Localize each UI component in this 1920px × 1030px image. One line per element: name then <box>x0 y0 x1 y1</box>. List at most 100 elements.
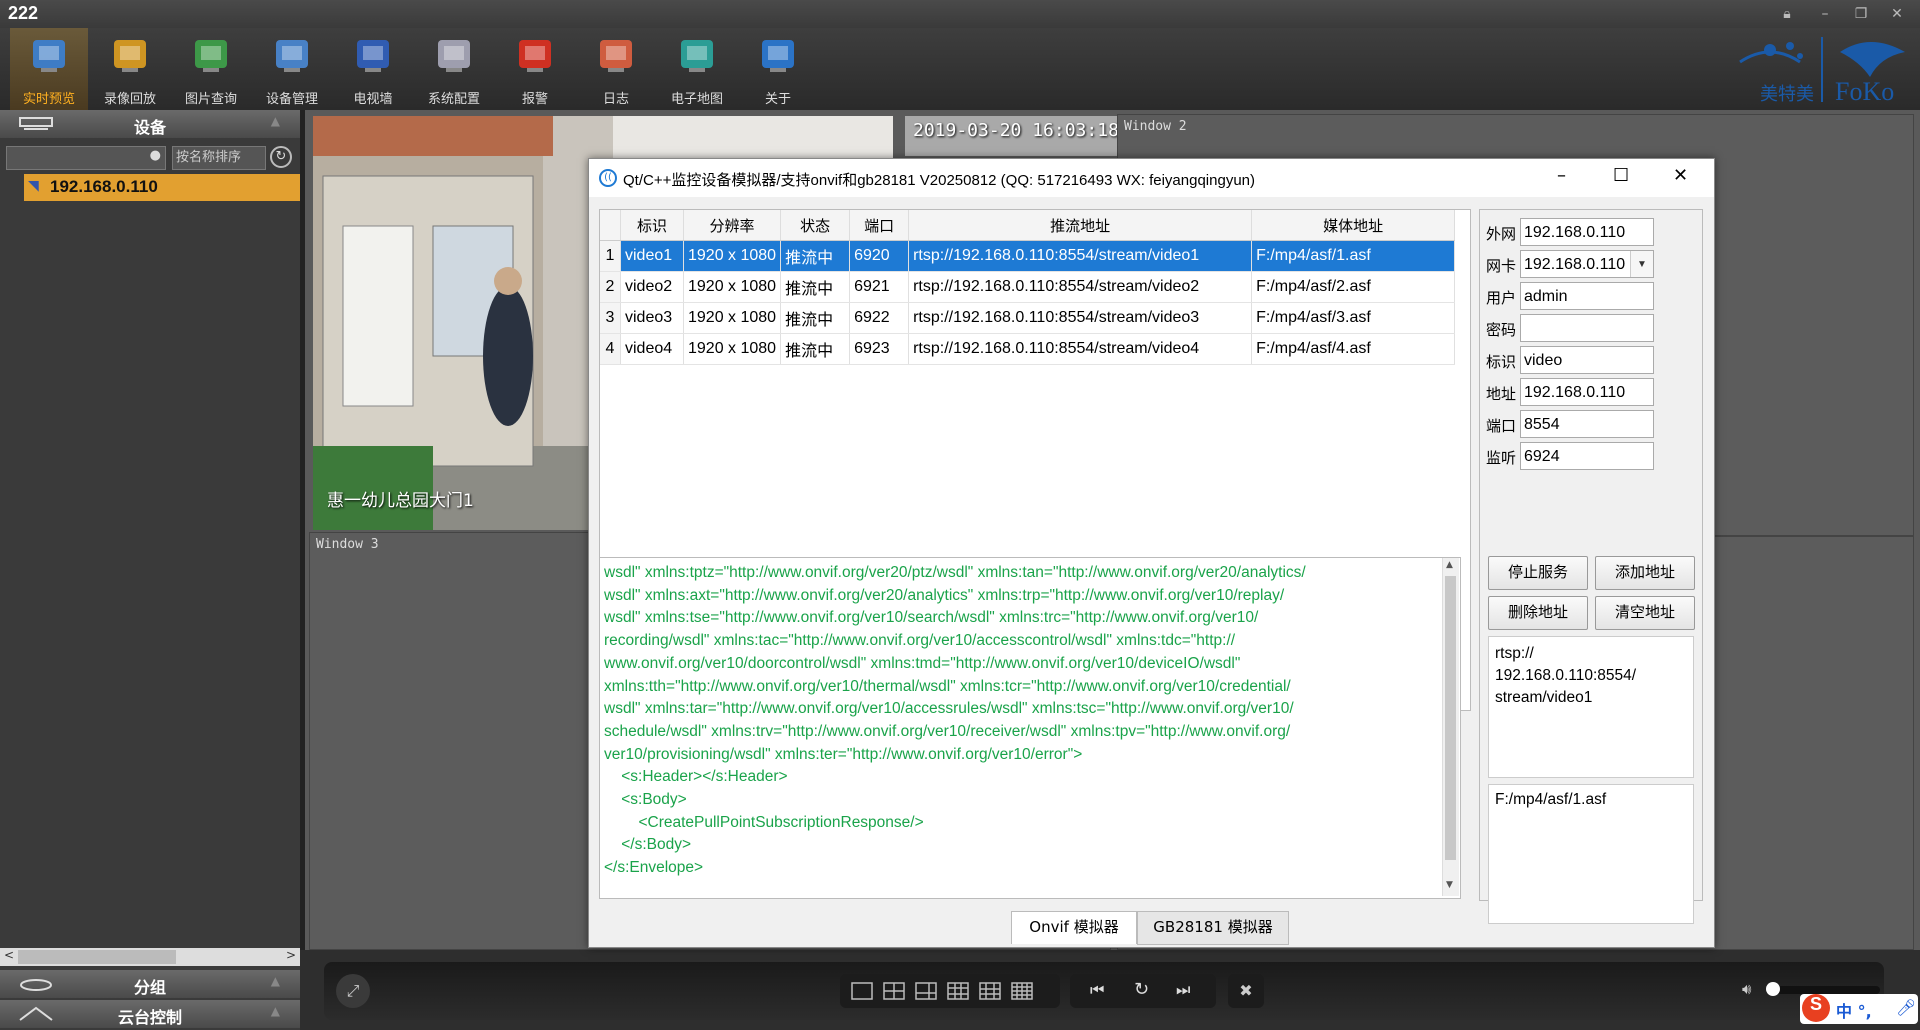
row-number[interactable]: 4 <box>600 333 621 365</box>
table-row[interactable]: 2 video2 1920 x 1080 推流中 6921 rtsp://192.168.… <box>600 271 1456 303</box>
scroll-right-icon[interactable]: > <box>286 948 296 962</box>
scroll-down-icon[interactable]: ▼ <box>1446 880 1453 890</box>
port-input[interactable]: 8554 <box>1520 410 1654 438</box>
column-header[interactable]: 分辨率 <box>683 210 782 241</box>
restore-button[interactable]: ❐ <box>1850 4 1872 24</box>
stop-service-button[interactable]: 停止服务 <box>1488 556 1588 590</box>
table-row[interactable]: 3 video3 1920 x 1080 推流中 6922 rtsp://192.168.… <box>600 302 1456 334</box>
column-header[interactable]: 状态 <box>780 210 851 241</box>
fullscreen-icon[interactable]: ⤢ <box>336 974 370 1008</box>
sort-select[interactable]: 按名称排序 <box>172 146 266 170</box>
table-cell-media[interactable]: F:/mp4/asf/3.asf <box>1251 302 1456 334</box>
device-tree-item[interactable]: ◥ 192.168.0.110 <box>24 174 300 201</box>
table-cell-push[interactable]: rtsp://192.168.0.110:8554/stream/video2 <box>908 271 1253 303</box>
scroll-left-icon[interactable]: < <box>4 948 14 962</box>
table-cell-media[interactable]: F:/mp4/asf/2.asf <box>1251 271 1456 303</box>
device-search-input[interactable]: ● <box>6 146 166 170</box>
table-cell-id[interactable]: video2 <box>620 271 684 303</box>
toolbar-devices-button[interactable]: 设备管理 <box>253 28 331 110</box>
collapse-icon[interactable]: ▲ <box>271 1004 280 1018</box>
close-all-icon[interactable]: ✖ <box>1228 974 1264 1008</box>
log-scrollbar-thumb[interactable] <box>1445 576 1456 860</box>
previous-icon[interactable]: ⏮︎ <box>1090 980 1104 1000</box>
table-cell-res[interactable]: 1920 x 1080 <box>683 333 782 365</box>
table-cell-port[interactable]: 6921 <box>849 271 910 303</box>
ptz-panel-header[interactable]: 云台控制 ▲ <box>0 1000 300 1028</box>
table-cell-id[interactable]: video3 <box>620 302 684 334</box>
add-address-button[interactable]: 添加地址 <box>1595 556 1695 590</box>
table-cell-id[interactable]: video4 <box>620 333 684 365</box>
dialog-maximize-button[interactable]: ☐ <box>1613 165 1629 186</box>
listen-port-input[interactable]: 6924 <box>1520 442 1654 470</box>
table-cell-port[interactable]: 6923 <box>849 333 910 365</box>
table-cell-push[interactable]: rtsp://192.168.0.110:8554/stream/video4 <box>908 333 1253 365</box>
scroll-up-icon[interactable]: ▲ <box>1446 560 1453 570</box>
tab-gb28181[interactable]: GB28181 模拟器 <box>1137 911 1289 945</box>
toolbar-info-button[interactable]: 关于 <box>739 28 817 110</box>
column-header[interactable]: 标识 <box>620 210 684 241</box>
nic-select[interactable]: 192.168.0.110 ▼ <box>1520 250 1654 278</box>
toolbar-log-calendar-button[interactable]: 日志 <box>577 28 655 110</box>
table-cell-media[interactable]: F:/mp4/asf/4.asf <box>1251 333 1456 365</box>
table-cell-state[interactable]: 推流中 <box>780 302 851 334</box>
horizontal-scrollbar[interactable]: < > <box>0 948 300 966</box>
table-row[interactable]: 4 video4 1920 x 1080 推流中 6923 rtsp://192.168.… <box>600 333 1456 365</box>
log-scrollbar[interactable]: ▲ ▼ <box>1442 558 1459 896</box>
table-cell-state[interactable]: 推流中 <box>780 271 851 303</box>
row-number[interactable]: 1 <box>600 240 621 272</box>
scrollbar-thumb[interactable] <box>18 950 176 964</box>
column-header[interactable]: 端口 <box>849 210 910 241</box>
delete-address-button[interactable]: 删除地址 <box>1488 596 1588 630</box>
table-cell-port[interactable]: 6920 <box>849 240 910 272</box>
collapse-icon[interactable]: ▲ <box>271 114 280 128</box>
volume-handle[interactable] <box>1766 982 1780 996</box>
table-cell-res[interactable]: 1920 x 1080 <box>683 271 782 303</box>
close-button[interactable]: ✕ <box>1886 4 1908 24</box>
collapse-icon[interactable]: ▲ <box>271 974 280 988</box>
toolbar-tv-wall-button[interactable]: 电视墙 <box>334 28 412 110</box>
tab-onvif[interactable]: Onvif 模拟器 <box>1011 911 1137 944</box>
column-header[interactable]: 推流地址 <box>908 210 1253 241</box>
table-cell-res[interactable]: 1920 x 1080 <box>683 302 782 334</box>
device-panel-header[interactable]: 设备 ▲ <box>0 110 300 138</box>
dialog-minimize-button[interactable]: – <box>1557 165 1566 186</box>
loop-icon[interactable]: ↻ <box>1134 979 1149 1000</box>
toolbar-server-config-button[interactable]: 系统配置 <box>415 28 493 110</box>
url-textbox[interactable]: rtsp:// 192.168.0.110:8554/ stream/video… <box>1488 636 1694 778</box>
table-cell-res[interactable]: 1920 x 1080 <box>683 240 782 272</box>
wan-input[interactable]: 192.168.0.110 <box>1520 218 1654 246</box>
media-textbox[interactable]: F:/mp4/asf/1.asf <box>1488 784 1694 924</box>
user-input[interactable]: admin <box>1520 282 1654 310</box>
table-cell-port[interactable]: 6922 <box>849 302 910 334</box>
volume-icon[interactable]: 🔊︎ <box>1742 980 1751 998</box>
address-input[interactable]: 192.168.0.110 <box>1520 378 1654 406</box>
toolbar-pyramid-button[interactable]: 图片查询 <box>172 28 250 110</box>
volume-slider[interactable] <box>1766 982 1880 996</box>
refresh-icon[interactable]: ↻ <box>270 146 292 168</box>
toolbar-monitor-camera-button[interactable]: 实时预览 <box>10 28 88 110</box>
table-cell-id[interactable]: video1 <box>620 240 684 272</box>
table-cell-media[interactable]: F:/mp4/asf/1.asf <box>1251 240 1456 272</box>
table-row[interactable]: 1 video1 1920 x 1080 推流中 6920 rtsp://192.168.… <box>600 240 1456 272</box>
password-input[interactable] <box>1520 314 1654 342</box>
group-panel-header[interactable]: 分组 ▲ <box>0 970 300 998</box>
table-cell-state[interactable]: 推流中 <box>780 240 851 272</box>
table-cell-push[interactable]: rtsp://192.168.0.110:8554/stream/video3 <box>908 302 1253 334</box>
clear-address-button[interactable]: 清空地址 <box>1595 596 1695 630</box>
lock-icon[interactable]: 🔒︎ <box>1776 4 1798 24</box>
toolbar-map-button[interactable]: 电子地图 <box>658 28 736 110</box>
tag-input[interactable]: video <box>1520 346 1654 374</box>
minimize-button[interactable]: – <box>1814 4 1836 24</box>
table-cell-push[interactable]: rtsp://192.168.0.110:8554/stream/video1 <box>908 240 1253 272</box>
column-header[interactable]: 媒体地址 <box>1251 210 1456 241</box>
chevron-down-icon[interactable]: ▼ <box>1630 251 1653 277</box>
corner-header <box>600 210 621 241</box>
row-number[interactable]: 3 <box>600 302 621 334</box>
next-icon[interactable]: ⏭︎ <box>1176 980 1190 1000</box>
toolbar-folder-play-button[interactable]: 录像回放 <box>91 28 169 110</box>
row-number[interactable]: 2 <box>600 271 621 303</box>
ime-indicator[interactable]: S 中 °, 🎤︎ <box>1800 994 1918 1024</box>
toolbar-alarm-light-button[interactable]: 报警 <box>496 28 574 110</box>
table-cell-state[interactable]: 推流中 <box>780 333 851 365</box>
dialog-close-button[interactable]: ✕ <box>1673 165 1688 186</box>
